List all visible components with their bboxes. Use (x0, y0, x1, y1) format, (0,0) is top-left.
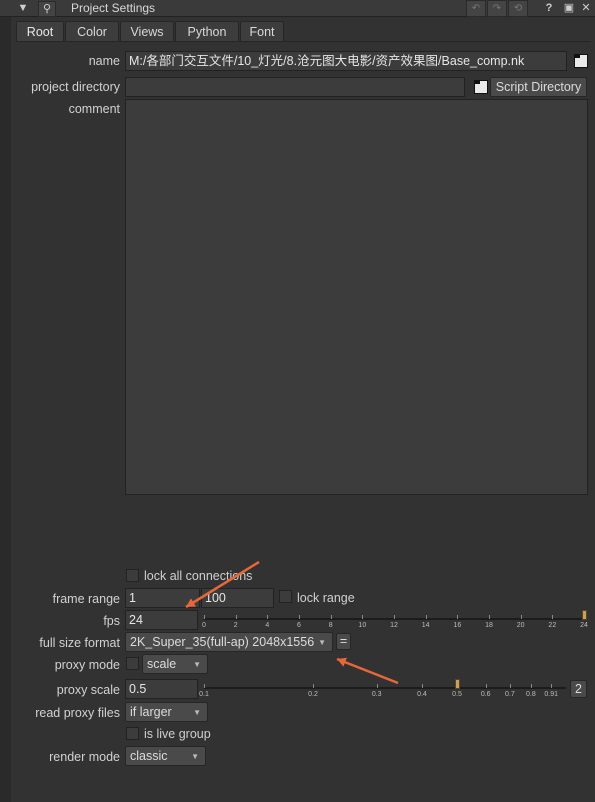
annotation-arrow-format-shaft (336, 657, 399, 685)
annotation-arrows (185, 560, 399, 685)
annotation-arrow-fps-shaft (185, 560, 260, 609)
